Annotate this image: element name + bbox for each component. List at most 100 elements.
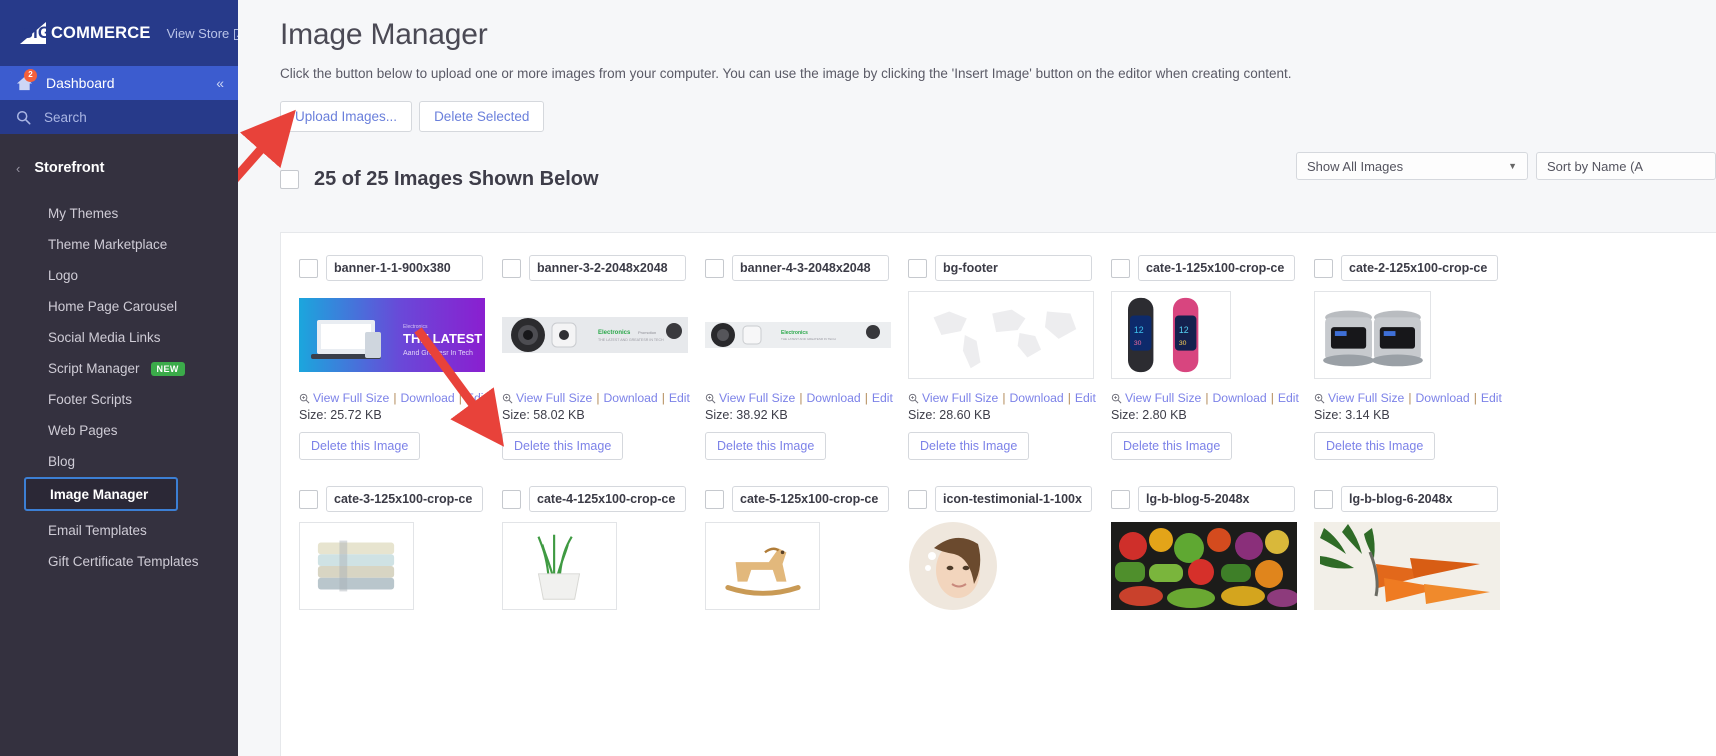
image-select-checkbox[interactable] (1314, 258, 1333, 278)
view-full-size-link[interactable]: View Full Size (1328, 391, 1404, 405)
view-store-link[interactable]: View Store (167, 26, 238, 41)
sidebar-item-theme-marketplace[interactable]: Theme Marketplace (0, 229, 238, 260)
image-select-checkbox[interactable] (299, 489, 318, 509)
edit-link[interactable]: Edit (1481, 391, 1502, 405)
magnify-icon (1111, 393, 1122, 404)
image-select-checkbox[interactable] (502, 489, 521, 509)
image-name-input[interactable] (1341, 255, 1498, 281)
image-thumbnail-wrap[interactable]: Electronics Promotion THE LATEST AND GRE… (502, 291, 688, 379)
collapse-sidebar-icon[interactable]: « (216, 75, 224, 91)
link-separator: | (393, 391, 397, 405)
show-images-select[interactable]: Show All Images ▼ (1296, 152, 1528, 180)
view-full-size-link[interactable]: View Full Size (516, 391, 592, 405)
thumbnail-cookers (1314, 291, 1431, 379)
image-thumbnail-wrap[interactable] (1314, 522, 1500, 610)
sidebar-item-gift-certificate-templates[interactable]: Gift Certificate Templates (0, 546, 238, 577)
sidebar-item-home-page-carousel[interactable]: Home Page Carousel (0, 291, 238, 322)
image-card: 12 30 12 30 View (1111, 255, 1314, 460)
delete-this-image-button[interactable]: Delete this Image (908, 432, 1030, 460)
image-name-input[interactable] (529, 486, 686, 512)
sidebar-item-logo[interactable]: Logo (0, 260, 238, 291)
image-thumbnail-wrap[interactable] (502, 522, 688, 610)
sidebar-item-web-pages[interactable]: Web Pages (0, 415, 238, 446)
image-select-checkbox[interactable] (705, 258, 724, 278)
svg-text:Electronics: Electronics (403, 324, 428, 330)
sidebar-item-image-manager[interactable]: Image Manager (24, 477, 178, 511)
image-name-input[interactable] (732, 255, 889, 281)
download-link[interactable]: Download (604, 391, 658, 405)
edit-link[interactable]: Edit (669, 391, 690, 405)
image-name-input[interactable] (326, 486, 483, 512)
image-name-input[interactable] (326, 255, 483, 281)
bigcommerce-logo[interactable]: BIGCOMMERCE (16, 22, 181, 44)
select-all-checkbox[interactable] (280, 170, 299, 189)
delete-selected-button[interactable]: Delete Selected (419, 101, 545, 132)
image-select-checkbox[interactable] (1314, 489, 1333, 509)
delete-this-image-button[interactable]: Delete this Image (1314, 432, 1436, 460)
sidebar-item-social-media-links[interactable]: Social Media Links (0, 322, 238, 353)
chevron-left-icon[interactable]: ‹ (16, 161, 20, 176)
image-card (705, 486, 908, 610)
sidebar-search[interactable]: Search (0, 100, 238, 134)
image-name-input[interactable] (935, 486, 1092, 512)
sidebar-item-my-themes[interactable]: My Themes (0, 198, 238, 229)
sidebar-item-script-manager[interactable]: Script Manager NEW (0, 353, 238, 384)
delete-this-image-button[interactable]: Delete this Image (1111, 432, 1233, 460)
image-name-input[interactable] (1341, 486, 1498, 512)
main-content: Image Manager Click the button below to … (238, 0, 1716, 756)
view-full-size-link[interactable]: View Full Size (1125, 391, 1201, 405)
download-link[interactable]: Download (1010, 391, 1064, 405)
image-thumbnail-wrap[interactable]: Electronics THE LATEST AND GREATESR IN T… (705, 291, 891, 379)
thumbnail-banner-laptop: Electronics THE LATEST Aand Greatesr In … (299, 298, 485, 372)
image-select-checkbox[interactable] (1111, 258, 1130, 278)
image-select-checkbox[interactable] (908, 489, 927, 509)
upload-images-button[interactable]: Upload Images... (280, 101, 413, 132)
download-link[interactable]: Download (1213, 391, 1267, 405)
image-name-input[interactable] (1138, 255, 1295, 281)
image-name-input[interactable] (732, 486, 889, 512)
view-full-size-link[interactable]: View Full Size (922, 391, 998, 405)
image-select-checkbox[interactable] (1111, 489, 1130, 509)
sidebar-item-dashboard[interactable]: 2 Dashboard « (0, 66, 238, 100)
sidebar-item-email-templates[interactable]: Email Templates (0, 515, 238, 546)
image-thumbnail-wrap[interactable] (908, 291, 1094, 379)
download-link[interactable]: Download (401, 391, 455, 405)
image-select-checkbox[interactable] (908, 258, 927, 278)
image-card: View Full Size | Download | Edit Size: 2… (908, 255, 1111, 460)
image-name-input[interactable] (1138, 486, 1295, 512)
view-full-size-link[interactable]: View Full Size (719, 391, 795, 405)
edit-link[interactable]: Edit (466, 391, 487, 405)
sidebar-item-blog[interactable]: Blog (0, 446, 238, 477)
view-full-size-link[interactable]: View Full Size (313, 391, 389, 405)
image-thumbnail-wrap[interactable] (299, 522, 485, 610)
edit-link[interactable]: Edit (1278, 391, 1299, 405)
delete-this-image-button[interactable]: Delete this Image (502, 432, 624, 460)
download-link[interactable]: Download (807, 391, 861, 405)
image-card-header (705, 255, 908, 281)
image-name-input[interactable] (935, 255, 1092, 281)
svg-text:Aand Greatesr In Tech: Aand Greatesr In Tech (403, 350, 473, 357)
image-thumbnail-wrap[interactable] (705, 522, 891, 610)
image-name-input[interactable] (529, 255, 686, 281)
image-thumbnail-wrap[interactable]: 12 30 12 30 (1111, 291, 1297, 379)
image-thumbnail-wrap[interactable]: Electronics THE LATEST Aand Greatesr In … (299, 291, 485, 379)
image-select-checkbox[interactable] (299, 258, 318, 278)
sidebar-item-footer-scripts[interactable]: Footer Scripts (0, 384, 238, 415)
link-separator: | (799, 391, 803, 405)
image-select-checkbox[interactable] (502, 258, 521, 278)
delete-this-image-button[interactable]: Delete this Image (705, 432, 827, 460)
edit-link[interactable]: Edit (1075, 391, 1096, 405)
delete-this-image-button[interactable]: Delete this Image (299, 432, 421, 460)
image-action-links: View Full Size | Download | Edit (1314, 391, 1517, 405)
image-thumbnail-wrap[interactable] (1314, 291, 1500, 379)
sidebar-nav-list: My Themes Theme Marketplace Logo Home Pa… (0, 182, 238, 577)
download-link[interactable]: Download (1416, 391, 1470, 405)
image-thumbnail-wrap[interactable] (908, 522, 1094, 610)
image-select-checkbox[interactable] (705, 489, 724, 509)
svg-text:Electronics: Electronics (781, 330, 808, 336)
sidebar-section-header[interactable]: ‹ Storefront (0, 134, 238, 182)
edit-link[interactable]: Edit (872, 391, 893, 405)
sort-select-value: Sort by Name (A (1547, 158, 1644, 174)
image-thumbnail-wrap[interactable] (1111, 522, 1297, 610)
sort-select[interactable]: Sort by Name (A (1536, 152, 1716, 180)
